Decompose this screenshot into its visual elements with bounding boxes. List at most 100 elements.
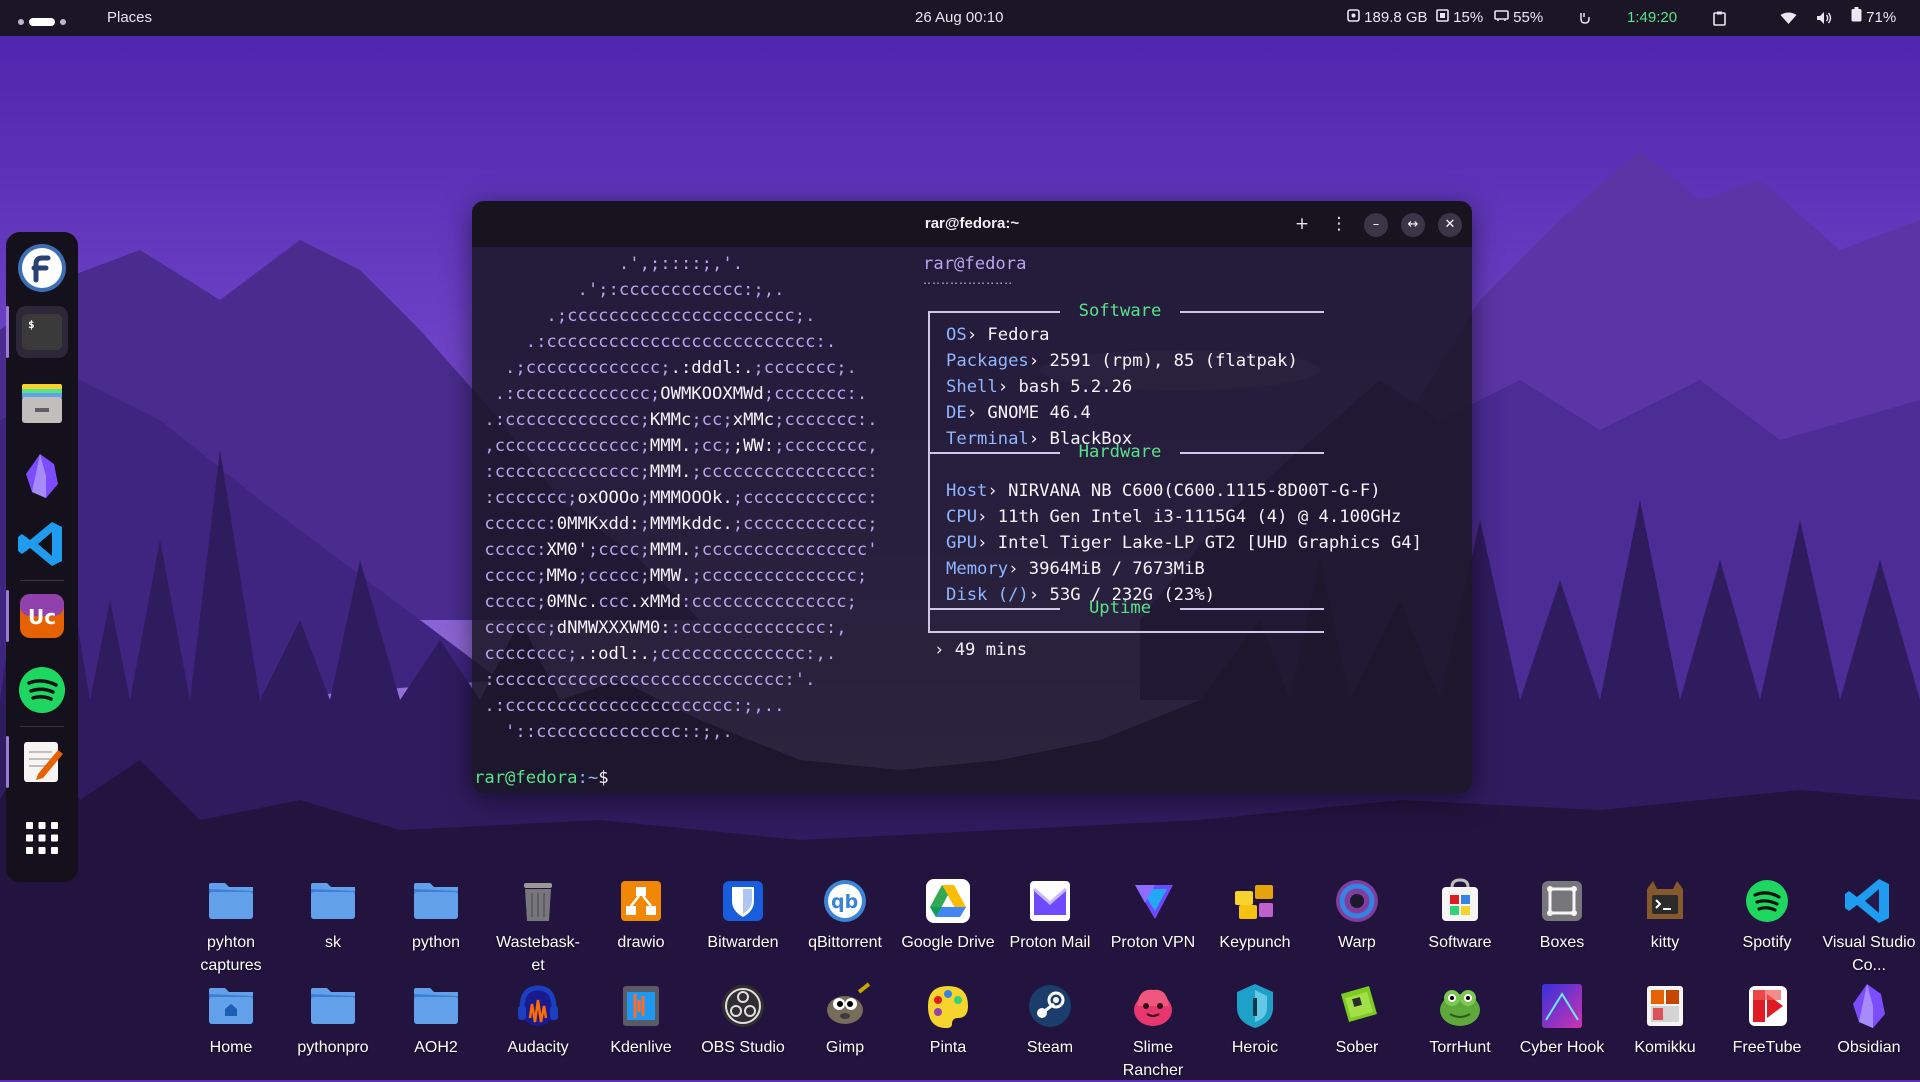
disk-icon <box>1347 0 1360 36</box>
memory-icon <box>1494 0 1509 36</box>
desktop-icon-steam[interactable]: Steam <box>1002 980 1098 1059</box>
dock-fedora[interactable] <box>16 242 68 294</box>
desktop-icon-label: Keypunch <box>1219 934 1291 951</box>
info-memory: Memory› 3964MiB / 7673MiB <box>946 559 1205 579</box>
desktop-icon-label: AOH2 <box>414 1039 458 1056</box>
desktop-icon-obs[interactable]: OBS Studio <box>695 980 791 1059</box>
desktop-icon-kdenlive[interactable]: Kdenlive <box>593 980 689 1059</box>
obs-icon <box>717 980 769 1032</box>
desktop-icon-spotify[interactable]: Spotify <box>1719 875 1815 954</box>
minimize-button[interactable]: – <box>1364 213 1388 237</box>
desktop-icon-bitwarden[interactable]: Bitwarden <box>695 875 791 954</box>
torrhunt-icon <box>1434 980 1486 1032</box>
cyber-hook-icon <box>1536 980 1588 1032</box>
desktop-icon-label: Google Drive <box>901 934 995 951</box>
desktop-icon-label: Gimp <box>825 1039 865 1056</box>
battery-value: 71% <box>1866 9 1897 26</box>
dock-files[interactable] <box>16 378 68 430</box>
dock-terminal[interactable]: $ <box>16 306 68 358</box>
desktop-icon-warp[interactable]: Warp <box>1309 875 1405 954</box>
desktop-icon-audacity[interactable]: Audacity <box>490 980 586 1059</box>
clock[interactable]: 26 Aug 00:10 <box>915 0 1003 36</box>
terminal-header[interactable]: rar@fedora:~ + ⋮ – ↔ ✕ <box>472 201 1472 247</box>
dock-obsidian[interactable] <box>16 450 68 502</box>
desktop-icon-folder[interactable]: python <box>388 875 484 954</box>
desktop-icon-obsidian[interactable]: Obsidian <box>1821 980 1917 1059</box>
caffeine-icon[interactable] <box>1578 0 1592 36</box>
maximize-button[interactable]: ↔ <box>1401 213 1425 237</box>
desktop-icon-folder[interactable]: sk <box>285 875 381 954</box>
desktop-icon-slime-rancher[interactable]: Slime Rancher <box>1105 980 1201 1082</box>
dock-unicode-app[interactable]: Uc <box>16 590 68 642</box>
places-menu[interactable]: Places <box>107 0 152 36</box>
desktop-icon-software[interactable]: Software <box>1412 875 1508 954</box>
vscode-icon <box>18 522 62 566</box>
boxes-icon <box>1536 875 1588 927</box>
workspace-indicator[interactable] <box>18 13 71 27</box>
desktop-icon-folder[interactable]: AOH2 <box>388 980 484 1059</box>
info-os: OS› Fedora <box>946 325 1050 345</box>
desktop-icon-home-folder[interactable]: Home <box>183 980 279 1059</box>
desktop-icon-drawio[interactable]: drawio <box>593 875 689 954</box>
desktop-icon-sober[interactable]: Sober <box>1309 980 1405 1059</box>
warp-icon <box>1331 875 1383 927</box>
desktop-icon-trash[interactable]: Wastebask-et <box>490 875 586 977</box>
cpu-indicator[interactable]: 15% <box>1436 0 1483 36</box>
desktop-icon-heroic[interactable]: Heroic <box>1207 980 1303 1059</box>
slime-rancher-icon <box>1127 980 1179 1032</box>
desktop-icon-google-drive[interactable]: Google Drive <box>900 875 996 954</box>
folder-icon <box>410 875 462 927</box>
terminal-body[interactable]: .',;::::;,'. .';:cccccccccccc:;,. .;cccc… <box>472 247 1472 793</box>
desktop-icon-label: FreeTube <box>1732 1039 1802 1056</box>
ram-value: 55% <box>1513 9 1544 26</box>
desktop-icon-boxes[interactable]: Boxes <box>1514 875 1610 954</box>
desktop-icon-label: sk <box>325 934 341 951</box>
terminal-window[interactable]: rar@fedora:~ + ⋮ – ↔ ✕ .',;::::;,'. .';:… <box>472 201 1472 793</box>
desktop-icon-proton-vpn[interactable]: Proton VPN <box>1105 875 1201 954</box>
desktop-icon-label: Komikku <box>1634 1039 1696 1056</box>
new-tab-button[interactable]: + <box>1291 213 1313 235</box>
wifi-icon[interactable] <box>1780 0 1797 36</box>
desktop-icon-pinta[interactable]: Pinta <box>900 980 996 1059</box>
desktop-icon-label: kitty <box>1650 934 1680 951</box>
desktop-icon-proton-mail[interactable]: Proton Mail <box>1002 875 1098 954</box>
menu-button[interactable]: ⋮ <box>1328 213 1350 235</box>
audacity-icon <box>512 980 564 1032</box>
battery-indicator[interactable]: 71% <box>1851 0 1896 36</box>
close-button[interactable]: ✕ <box>1438 213 1462 237</box>
desktop-icon-label: Boxes <box>1539 934 1585 951</box>
komikku-icon <box>1639 980 1691 1032</box>
timer-value[interactable]: 1:49:20 <box>1627 0 1677 36</box>
desktop-icon-folder[interactable]: pyhton captures <box>183 875 279 977</box>
shell-prompt[interactable]: rar@fedora:~$ <box>474 765 609 791</box>
ram-indicator[interactable]: 55% <box>1494 0 1543 36</box>
desktop-icon-gimp[interactable]: Gimp <box>797 980 893 1059</box>
desktop-icon-keypunch[interactable]: Keypunch <box>1207 875 1303 954</box>
desktop-icon-vscode[interactable]: Visual Studio Co... <box>1821 875 1917 977</box>
info-cpu: CPU› 11th Gen Intel i3-1115G4 (4) @ 4.10… <box>946 507 1402 527</box>
desktop-icon-label: qBittorrent <box>808 934 882 951</box>
app-grid-icon <box>26 822 58 854</box>
heroic-icon <box>1229 980 1281 1032</box>
clipboard-icon[interactable] <box>1713 0 1726 36</box>
freetube-icon <box>1741 980 1793 1032</box>
disk-indicator[interactable]: 189.8 GB <box>1347 0 1428 36</box>
desktop-icon-kitty[interactable]: kitty <box>1617 875 1713 954</box>
desktop-icon-torrhunt[interactable]: TorrHunt <box>1412 980 1508 1059</box>
desktop-icon-label: Proton Mail <box>1009 934 1091 951</box>
desktop-icon-qbittorrent[interactable]: qb qBittorrent <box>797 875 893 954</box>
desktop-icon-komikku[interactable]: Komikku <box>1617 980 1713 1059</box>
dock-vscode[interactable] <box>16 518 68 570</box>
dock-text-editor[interactable] <box>16 736 68 788</box>
qbittorrent-icon: qb <box>819 875 871 927</box>
dock-app-grid[interactable] <box>16 812 68 864</box>
dock: $ Uc <box>6 232 78 882</box>
volume-icon[interactable] <box>1816 0 1833 36</box>
dock-spotify[interactable] <box>16 664 68 716</box>
desktop-icon-label: TorrHunt <box>1429 1039 1491 1056</box>
desktop-icon-label: python <box>411 934 461 951</box>
desktop-icon-freetube[interactable]: FreeTube <box>1719 980 1815 1059</box>
desktop-icon-cyber-hook[interactable]: Cyber Hook <box>1514 980 1610 1059</box>
desktop-icon-folder[interactable]: pythonpro <box>285 980 381 1059</box>
info-packages: Packages› 2591 (rpm), 85 (flatpak) <box>946 351 1298 371</box>
